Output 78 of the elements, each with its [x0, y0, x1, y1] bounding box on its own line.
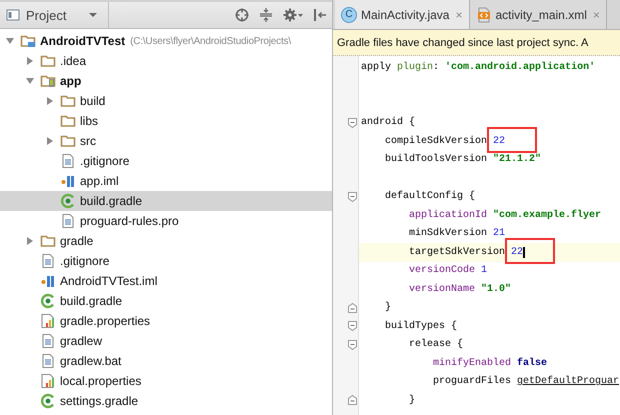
tree-item[interactable]: .idea: [0, 51, 332, 71]
folder-icon: [40, 53, 56, 69]
code-line: }: [408, 394, 416, 408]
collapse-icon[interactable]: [258, 7, 274, 23]
code-line: buildToolsVersion "21.1.2": [384, 152, 542, 168]
class-file-icon: C: [341, 6, 357, 22]
module-file-icon: [60, 173, 76, 189]
project-folder-icon: [20, 33, 36, 49]
collapsed-arrow-icon[interactable]: [25, 236, 35, 246]
tree-item[interactable]: build.gradle: [0, 291, 332, 311]
expanded-arrow-icon[interactable]: [5, 36, 15, 46]
hide-panel-icon[interactable]: [312, 7, 328, 23]
expanded-arrow-icon[interactable]: [25, 76, 35, 86]
tree-item[interactable]: gradlew.bat: [0, 351, 332, 371]
tree-item[interactable]: gradlew: [0, 331, 332, 351]
tree-item[interactable]: gradle.properties: [0, 311, 332, 331]
tree-item[interactable]: libs: [0, 111, 332, 131]
folder-icon: [60, 113, 76, 129]
collapsed-arrow-icon[interactable]: [45, 96, 55, 106]
settings-icon[interactable]: [282, 7, 304, 23]
code-line: android {: [360, 116, 416, 130]
tree-item[interactable]: app.iml: [0, 171, 332, 191]
code-line: compileSdkVersion 22: [384, 134, 506, 149]
code-line: minSdkVersion 21: [408, 226, 506, 242]
project-view-dropdown[interactable]: Project: [0, 2, 109, 28]
folder-icon: [60, 133, 76, 149]
tree-item[interactable]: build: [0, 91, 332, 111]
gradle-file-icon: [40, 393, 56, 409]
tree-item[interactable]: local.properties: [0, 371, 332, 391]
panel-icon: [6, 8, 20, 22]
notification-banner: Gradle files have changed since last project sync. A: [333, 30, 620, 56]
caret-icon: [88, 12, 98, 18]
fold-icon[interactable]: [348, 302, 357, 313]
module-file-icon: [40, 273, 56, 289]
code-line: versionName "1.0": [408, 282, 512, 297]
fold-icon[interactable]: [348, 118, 357, 128]
fold-icon[interactable]: [348, 340, 357, 350]
text-file-icon: [60, 213, 76, 229]
code-line: proguardFiles getDefaultProguar: [432, 374, 620, 390]
code-line: applicationId "com.example.flyer: [408, 208, 602, 223]
collapsed-arrow-icon[interactable]: [25, 56, 35, 66]
text-file-icon: [40, 353, 56, 369]
module-folder-icon: [40, 73, 56, 89]
tree-item[interactable]: build.gradle: [0, 191, 332, 211]
tree-item[interactable]: proguard-rules.pro: [0, 211, 332, 231]
folder-icon: [40, 233, 56, 249]
code-line: buildTypes {: [384, 320, 458, 334]
gradle-file-icon: [40, 293, 56, 309]
code-line: defaultConfig {: [384, 190, 476, 204]
tree-item[interactable]: src: [0, 131, 332, 151]
tree-item[interactable]: AndroidTVTest (C:\Users\flyer\AndroidStudioProjects\: [0, 31, 332, 51]
file-tab[interactable]: C MainActivity.java ×: [335, 0, 470, 29]
folder-icon: [60, 93, 76, 109]
fold-icon[interactable]: [348, 192, 357, 202]
xml-file-icon: [476, 6, 492, 22]
gradle-file-icon: [60, 193, 76, 209]
properties-file-icon: [40, 373, 56, 389]
code-line: minifyEnabled false: [432, 356, 548, 371]
text-file-icon: [40, 253, 56, 269]
crosshair-icon[interactable]: [234, 7, 250, 23]
code-line: apply plugin: 'com.android.application': [360, 60, 596, 75]
tree-item[interactable]: .gitignore: [0, 151, 332, 171]
project-path: (C:\Users\flyer\AndroidStudioProjects\: [130, 36, 291, 46]
file-tab[interactable]: activity_main.xml ×: [470, 0, 607, 29]
fold-icon[interactable]: [348, 395, 357, 406]
text-file-icon: [60, 153, 76, 169]
tree-item[interactable]: .gitignore: [0, 251, 332, 271]
tree-item[interactable]: AndroidTVTest.iml: [0, 271, 332, 291]
collapsed-arrow-icon[interactable]: [45, 136, 55, 146]
tree-item[interactable]: gradle: [0, 231, 332, 251]
code-line: versionCode 1: [408, 264, 488, 278]
tree-item[interactable]: settings.gradle: [0, 391, 332, 411]
tree-item[interactable]: app: [0, 71, 332, 91]
code-line: }: [384, 300, 392, 316]
code-line: release {: [408, 338, 464, 352]
properties-file-icon: [40, 313, 56, 329]
text-file-icon: [40, 333, 56, 349]
fold-icon[interactable]: [348, 321, 357, 332]
